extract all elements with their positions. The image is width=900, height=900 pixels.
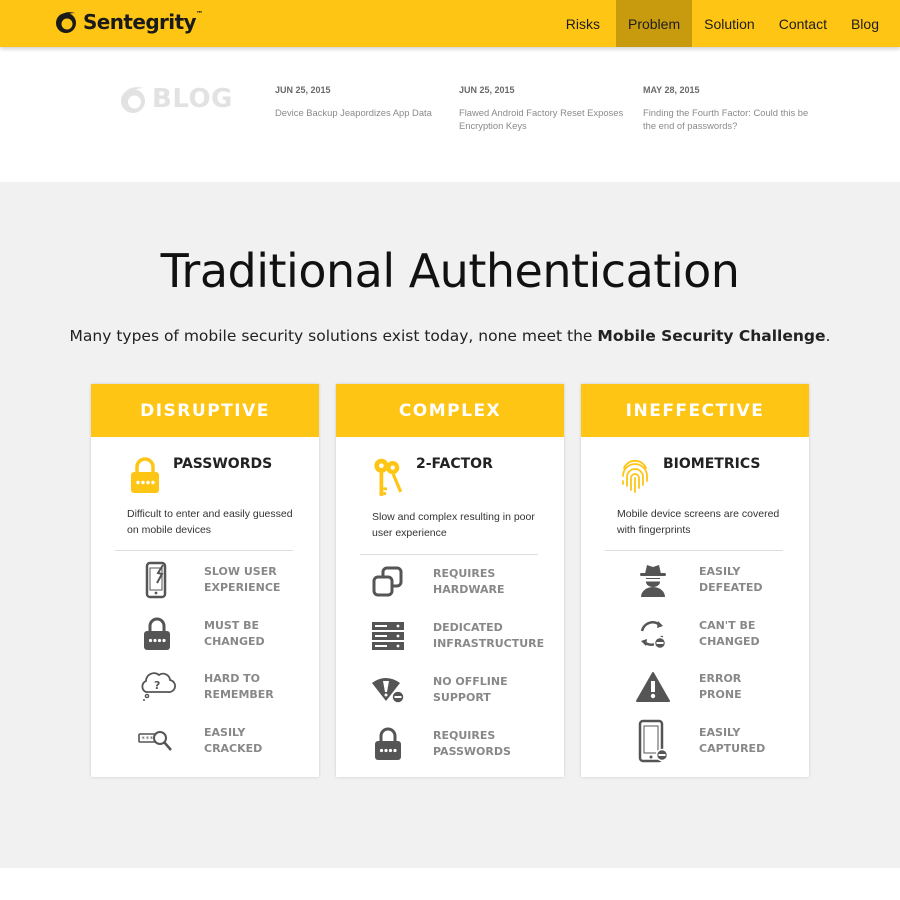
feature-item: EASILY CAPTURED: [633, 719, 809, 763]
blog-label: BLOG: [152, 84, 233, 114]
post-title-link[interactable]: Device Backup Jeapordizes App Data: [275, 106, 450, 119]
card-2-factor: COMPLEX 2-FACTOR Slow and complex result…: [336, 384, 564, 777]
card-description: Mobile device screens are covered with f…: [617, 508, 780, 536]
nav-item-risks[interactable]: Risks: [554, 0, 612, 47]
feature-label: EASILY CRACKED: [204, 726, 263, 755]
feature-label: HARD TO REMEMBER: [204, 672, 274, 701]
keys-icon: [374, 458, 403, 496]
thought-question-icon: ?: [137, 667, 177, 707]
padlock-icon: [137, 614, 177, 654]
feature-label: NO OFFLINE SUPPORT: [433, 675, 508, 704]
brand-name: Sentegrity™: [83, 10, 203, 34]
section-subtitle: Many types of mobile security solutions …: [69, 327, 831, 345]
feature-item: SLOW USER EXPERIENCE: [137, 560, 314, 600]
fingerprint-icon: [622, 459, 648, 493]
card-title: 2-FACTOR: [416, 456, 493, 472]
phone-blocked-icon: [633, 719, 673, 763]
post-title-link[interactable]: Flawed Android Factory Reset Exposes Enc…: [459, 106, 634, 132]
nav-item-solution[interactable]: Solution: [692, 0, 767, 47]
divider: [605, 550, 783, 551]
feature-item: MUST BE CHANGED: [137, 614, 314, 654]
divider: [360, 554, 538, 555]
card-primary: BIOMETRICS: [619, 456, 760, 496]
feature-label: MUST BE CHANGED: [204, 619, 265, 648]
section-title: Traditional Authentication: [160, 244, 740, 298]
post-title-link[interactable]: Finding the Fourth Factor: Could this be…: [643, 106, 818, 132]
nav-item-blog[interactable]: Blog: [839, 0, 900, 47]
feature-item: ERROR PRONE: [633, 667, 809, 707]
feature-item: NO OFFLINE SUPPORT: [368, 670, 543, 710]
feature-label: DEDICATED INFRASTRUCTURE: [433, 621, 545, 650]
card-primary: 2-FACTOR: [372, 456, 493, 500]
card-header: INEFFECTIVE: [581, 384, 809, 437]
feature-label: ERROR PRONE: [699, 672, 742, 701]
card-description: Difficult to enter and easily guessed on…: [127, 508, 293, 536]
nav-item-contact[interactable]: Contact: [767, 0, 839, 47]
post-date: JUN 25, 2015: [459, 85, 515, 95]
blog-link[interactable]: BLOG: [118, 83, 233, 115]
main-nav: Risks Problem Solution Contact Blog: [554, 0, 900, 47]
traditional-auth-section: Traditional Authentication Many types of…: [0, 182, 900, 868]
refresh-blocked-icon: [633, 614, 673, 654]
feature-item: CAN'T BE CHANGED: [633, 614, 809, 654]
server-icon: [368, 616, 408, 656]
feature-label: EASILY DEFEATED: [699, 565, 763, 594]
card-title: BIOMETRICS: [663, 456, 761, 472]
feature-item: ? HARD TO REMEMBER: [137, 667, 314, 707]
password-magnifier-icon: ***: [137, 721, 177, 761]
blog-strip: BLOG JUN 25, 2015 Device Backup Jeapordi…: [0, 47, 900, 182]
padlock-icon: [131, 457, 159, 493]
hardware-token-icon: [368, 562, 408, 602]
feature-item: EASILY DEFEATED: [633, 560, 809, 600]
blog-post[interactable]: MAY 28, 2015 Finding the Fourth Factor: …: [643, 85, 818, 132]
card-primary: PASSWORDS: [129, 456, 272, 496]
blog-post[interactable]: JUN 25, 2015 Device Backup Jeapordizes A…: [275, 85, 450, 119]
card-header: COMPLEX: [336, 384, 564, 437]
warning-icon: [633, 667, 673, 707]
padlock-icon: [368, 724, 408, 764]
feature-item: REQUIRES PASSWORDS: [368, 724, 543, 764]
feature-item: *** EASILY CRACKED: [137, 721, 314, 761]
card-passwords: DISRUPTIVE PASSWORDS Difficult to enter …: [91, 384, 319, 777]
no-signal-icon: [368, 670, 408, 710]
card-header: DISRUPTIVE: [91, 384, 319, 437]
sentegrity-logo-icon: [56, 12, 76, 33]
feature-label: EASILY CAPTURED: [699, 726, 766, 755]
brand-logo[interactable]: Sentegrity™: [53, 9, 203, 35]
feature-label: REQUIRES PASSWORDS: [433, 729, 511, 758]
blog-post[interactable]: JUN 25, 2015 Flawed Android Factory Rese…: [459, 85, 634, 132]
svg-text:***: ***: [141, 735, 154, 743]
card-title: PASSWORDS: [173, 456, 273, 472]
svg-text:?: ?: [154, 679, 160, 692]
broken-phone-icon: [137, 560, 177, 600]
blog-logo-icon: [121, 87, 145, 113]
post-date: JUN 25, 2015: [275, 85, 331, 95]
feature-label: CAN'T BE CHANGED: [699, 619, 760, 648]
card-biometrics: INEFFECTIVE BIOMETRICS Mobile device scr…: [581, 384, 809, 777]
top-navigation-bar: Sentegrity™ Risks Problem Solution Conta…: [0, 0, 900, 47]
feature-label: REQUIRES HARDWARE: [433, 567, 505, 596]
nav-item-problem[interactable]: Problem: [615, 0, 693, 47]
card-description: Slow and complex resulting in poor user …: [372, 511, 535, 539]
feature-item: REQUIRES HARDWARE: [368, 562, 543, 602]
divider: [115, 550, 293, 551]
feature-item: DEDICATED INFRASTRUCTURE: [368, 616, 545, 656]
spy-icon: [633, 560, 673, 600]
feature-label: SLOW USER EXPERIENCE: [204, 565, 281, 594]
post-date: MAY 28, 2015: [643, 85, 700, 95]
